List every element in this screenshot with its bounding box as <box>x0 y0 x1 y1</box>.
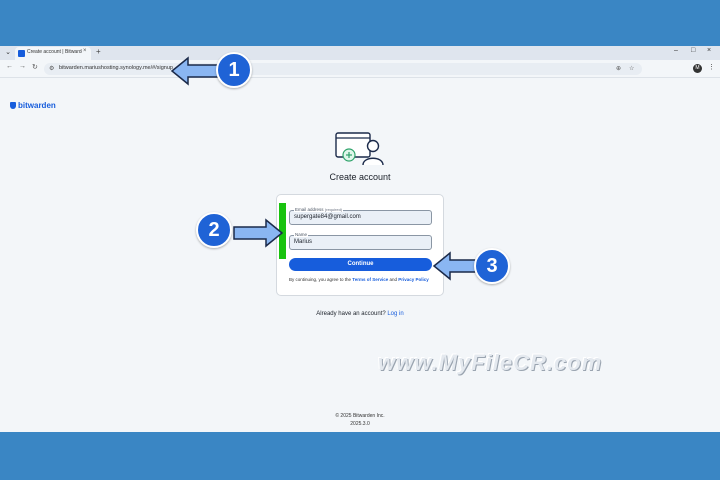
log-in-link[interactable]: Log in <box>387 311 403 317</box>
url-text[interactable]: bitwarden.mariushosting.synology.me/#/si… <box>59 65 173 71</box>
annotation-badge-2: 2 <box>196 212 232 248</box>
annotation-badge-1: 1 <box>216 52 252 88</box>
login-prompt: Already have an account? Log in <box>316 311 404 317</box>
bitwarden-logo[interactable]: bitwarden <box>10 101 56 110</box>
translate-icon[interactable]: ⊕ <box>616 65 621 72</box>
legal-notice: By continuing, you agree to the Terms of… <box>289 277 429 282</box>
privacy-policy-link[interactable]: Privacy Policy <box>398 277 429 282</box>
create-account-illustration-icon <box>335 132 384 166</box>
tab-search-button[interactable]: ⌄ <box>3 48 13 58</box>
bottom-background-band <box>0 432 720 480</box>
annotation-arrow-2-icon <box>233 218 284 248</box>
continue-button[interactable]: Continue <box>289 258 432 271</box>
annotation-arrow-1-icon <box>170 56 221 86</box>
bitwarden-shield-icon <box>10 102 16 109</box>
annotation-badge-3: 3 <box>474 248 510 284</box>
address-bar[interactable]: ⚙ bitwarden.mariushosting.synology.me/#/… <box>44 63 642 75</box>
name-field-label: Name <box>294 232 309 237</box>
top-background-band <box>0 0 720 46</box>
footer: © 2025 Bitwarden Inc. 2025.3.0 <box>260 412 460 428</box>
new-tab-button[interactable]: + <box>96 47 101 56</box>
site-info-icon[interactable]: ⚙ <box>49 65 54 72</box>
maximize-button[interactable]: □ <box>691 47 695 54</box>
email-field[interactable]: Email address (required) supergate84@gma… <box>289 207 432 225</box>
page-title: Create account <box>329 172 391 182</box>
name-field-value[interactable]: Marius <box>294 239 312 245</box>
profile-avatar[interactable]: M <box>693 64 702 73</box>
footer-version: 2025.3.0 <box>350 421 370 427</box>
back-button[interactable]: ← <box>6 63 13 70</box>
watermark: www.MyFileCR.com <box>378 350 603 375</box>
browser-window: ⌄ Create account | Bitwarden × + – □ × ←… <box>0 46 720 432</box>
brand-name: bitwarden <box>18 101 56 110</box>
browser-toolbar: ← → ↻ ⚙ bitwarden.mariushosting.synology… <box>0 60 720 78</box>
forward-button[interactable]: → <box>19 63 26 70</box>
signup-form-card: Email address (required) supergate84@gma… <box>276 194 444 296</box>
footer-copyright: © 2025 Bitwarden Inc. <box>335 413 385 419</box>
email-field-label: Email address (required) <box>294 207 344 212</box>
close-window-button[interactable]: × <box>707 47 711 54</box>
email-field-value[interactable]: supergate84@gmail.com <box>294 214 361 220</box>
browser-menu-button[interactable]: ⋮ <box>708 63 715 71</box>
bookmark-star-icon[interactable]: ☆ <box>629 65 634 72</box>
tab-strip: ⌄ Create account | Bitwarden × + – □ × <box>0 46 720 60</box>
tab-title: Create account | Bitwarden <box>27 49 82 55</box>
terms-of-service-link[interactable]: Terms of Service <box>352 277 388 282</box>
reload-button[interactable]: ↻ <box>32 63 38 71</box>
browser-tab-active[interactable]: Create account | Bitwarden × <box>15 47 91 60</box>
minimize-button[interactable]: – <box>674 47 678 54</box>
name-field[interactable]: Name Marius <box>289 232 432 250</box>
bitwarden-favicon-icon <box>18 50 25 57</box>
tab-close-button[interactable]: × <box>83 48 87 54</box>
